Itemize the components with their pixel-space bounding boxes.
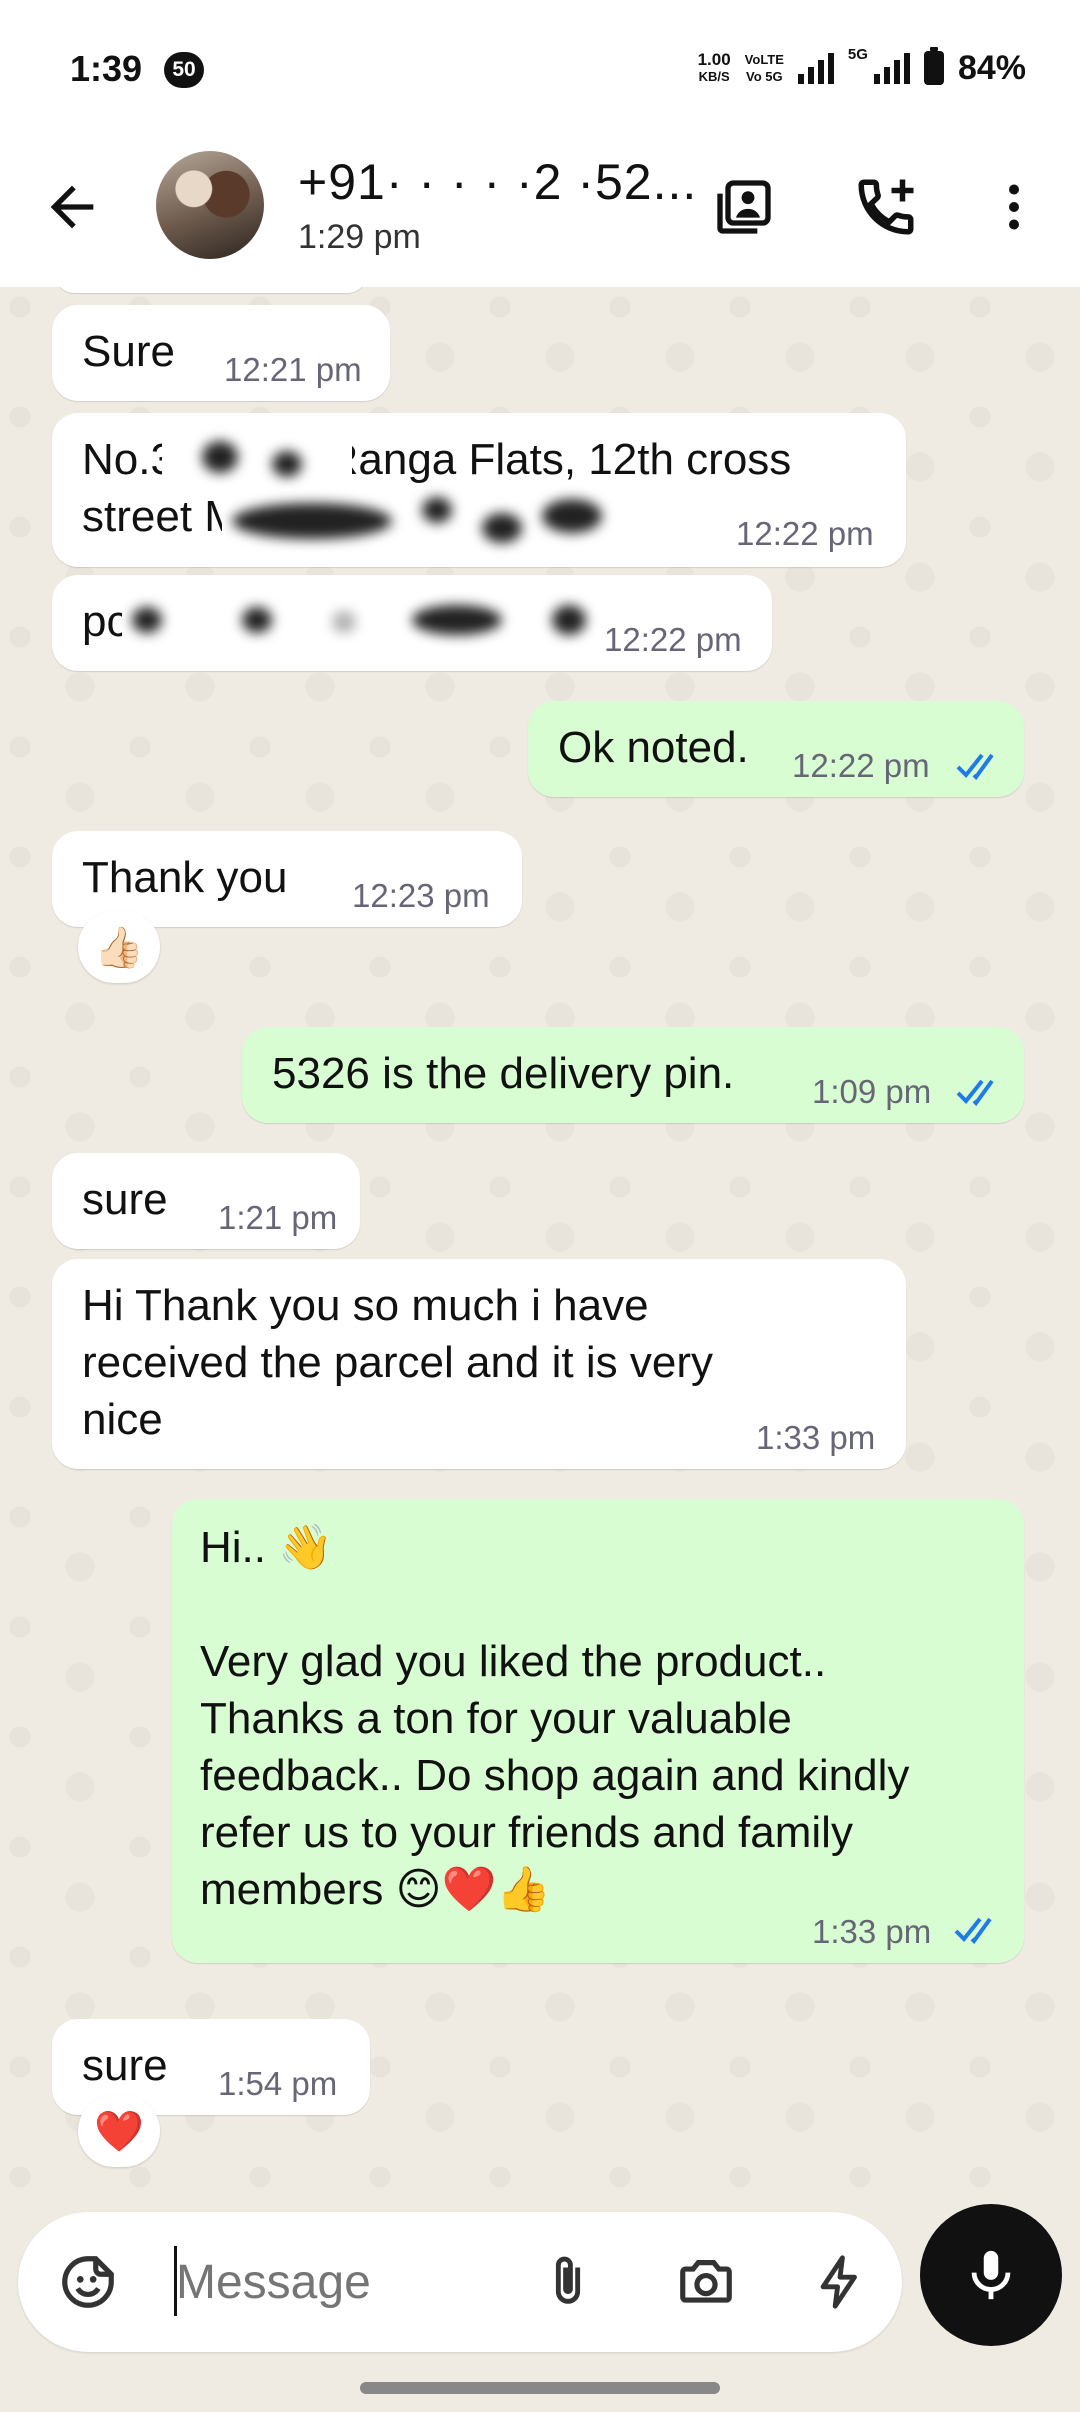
message-incoming[interactable]: Hi Thank you so much i have received the… (52, 1259, 906, 1469)
read-ticks-icon (956, 753, 994, 781)
mic-button[interactable] (920, 2204, 1062, 2346)
read-ticks-icon (954, 1917, 992, 1945)
gesture-nav-bar[interactable] (360, 2382, 720, 2394)
status-icons: 1.00 KB/S VoLTE Vo 5G 5G 84% (698, 46, 1026, 90)
redaction (122, 587, 682, 653)
attach-icon[interactable] (532, 2246, 604, 2318)
camera-icon[interactable] (670, 2246, 742, 2318)
message-incoming[interactable]: sure 1:21 pm (52, 1153, 360, 1249)
message-text: Hi.. 👋 Very glad you liked the product..… (200, 1523, 910, 1914)
message-time: 12:21 pm (224, 351, 362, 388)
message-time: 1:33 pm (756, 1419, 876, 1456)
message-incoming[interactable]: Sure 12:21 pm (52, 305, 390, 401)
message-text: 5326 is the delivery pin. (272, 1049, 735, 1098)
message-time: 1:54 pm (218, 2065, 338, 2102)
message-incoming[interactable]: No.323B on Ranga Flats, 12th cross stree… (52, 413, 906, 567)
message-time: 1:21 pm (218, 1199, 338, 1236)
status-bar: 1:39 50 1.00 KB/S VoLTE Vo 5G 5G 84% (0, 0, 1080, 135)
message-time: 1:09 pm (812, 1073, 932, 1110)
sticker-icon[interactable] (52, 2246, 124, 2318)
message-bubble-partial (56, 287, 366, 293)
contact-name[interactable]: +91· · · · ·2 ·52... (298, 153, 697, 211)
message-time: 12:22 pm (736, 515, 874, 552)
volte-indicator: VoLTE Vo 5G (744, 52, 784, 84)
reaction-thumbs-up[interactable]: 👍🏻 (78, 911, 160, 983)
back-arrow-icon[interactable] (40, 175, 104, 239)
read-ticks-icon (956, 1079, 994, 1107)
message-input[interactable] (176, 2249, 506, 2315)
message-time: 12:22 pm (792, 747, 930, 784)
message-text: Sure (82, 327, 175, 376)
signal-icon (797, 52, 834, 84)
redaction (162, 431, 352, 485)
message-time: 12:23 pm (352, 877, 490, 914)
battery-icon (923, 47, 944, 85)
message-text: Hi Thank you so much i have received the… (82, 1281, 713, 1444)
battery-percent: 84% (957, 48, 1026, 87)
contact-card-icon[interactable] (708, 171, 780, 243)
message-time: 1:33 pm (812, 1913, 932, 1950)
message-text: sure (82, 2041, 168, 2090)
avatar[interactable] (156, 151, 264, 259)
network-type: 5G (847, 46, 868, 63)
message-time: 12:22 pm (604, 621, 742, 658)
quick-reply-icon[interactable] (804, 2246, 876, 2318)
more-vert-icon[interactable] (978, 171, 1050, 243)
message-box[interactable] (18, 2212, 902, 2352)
redaction (222, 489, 642, 549)
message-text: sure (82, 1175, 168, 1224)
message-outgoing[interactable]: Hi.. 👋 Very glad you liked the product..… (172, 1499, 1024, 1963)
message-text: Ok noted. (558, 723, 749, 772)
message-text: Thank you (82, 853, 288, 902)
message-outgoing[interactable]: Ok noted. 12:22 pm (528, 701, 1024, 797)
reaction-heart[interactable]: ❤️ (78, 2095, 160, 2167)
composer-bar (0, 2204, 1080, 2412)
add-call-icon[interactable] (850, 171, 922, 243)
last-seen: 1:29 pm (298, 218, 421, 256)
message-list[interactable]: Sure 12:21 pm No.323B on Ranga Flats, 12… (0, 287, 1080, 2212)
net-speed: 1.00 KB/S (697, 50, 731, 84)
message-outgoing[interactable]: 5326 is the delivery pin. 1:09 pm (242, 1027, 1024, 1123)
notification-count-badge: 50 (164, 52, 204, 88)
mic-icon (971, 2250, 1011, 2300)
chat-header: +91· · · · ·2 ·52... 1:29 pm (0, 135, 1080, 287)
message-incoming[interactable]: pc 12:22 pm (52, 575, 772, 671)
status-time: 1:39 (70, 48, 143, 89)
signal-5g-icon (873, 52, 910, 84)
